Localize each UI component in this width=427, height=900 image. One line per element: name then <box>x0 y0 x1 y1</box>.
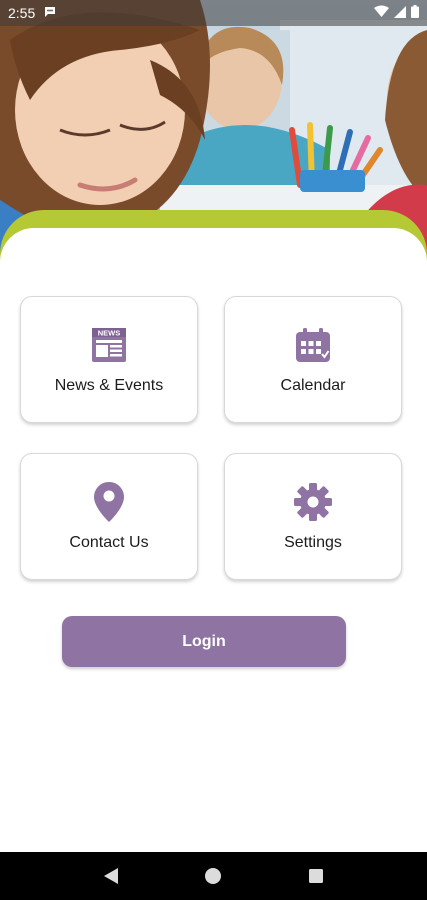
wifi-icon <box>374 5 389 21</box>
settings-tile[interactable]: Settings <box>224 453 402 580</box>
calendar-icon <box>293 325 333 365</box>
tile-label: Contact Us <box>69 533 149 551</box>
calendar-tile[interactable]: Calendar <box>224 296 402 423</box>
status-time: 2:55 <box>8 5 36 21</box>
svg-text:NEWS: NEWS <box>98 328 121 337</box>
signal-icon <box>394 5 406 21</box>
battery-icon <box>411 5 419 21</box>
navigation-bar <box>0 852 427 900</box>
tile-label: Settings <box>284 533 342 551</box>
contact-us-tile[interactable]: Contact Us <box>20 453 198 580</box>
tile-label: News & Events <box>54 376 164 394</box>
back-icon[interactable] <box>96 861 126 891</box>
message-notification-icon <box>43 5 57 22</box>
home-icon[interactable] <box>198 861 228 891</box>
login-button[interactable]: Login <box>62 616 346 667</box>
gear-icon <box>293 482 333 522</box>
tile-label: Calendar <box>280 376 346 394</box>
location-pin-icon <box>89 481 129 522</box>
news-events-tile[interactable]: NEWS News & Events <box>20 296 198 423</box>
news-icon: NEWS <box>89 325 129 365</box>
status-bar: 2:55 <box>0 0 427 26</box>
recents-icon[interactable] <box>301 861 331 891</box>
